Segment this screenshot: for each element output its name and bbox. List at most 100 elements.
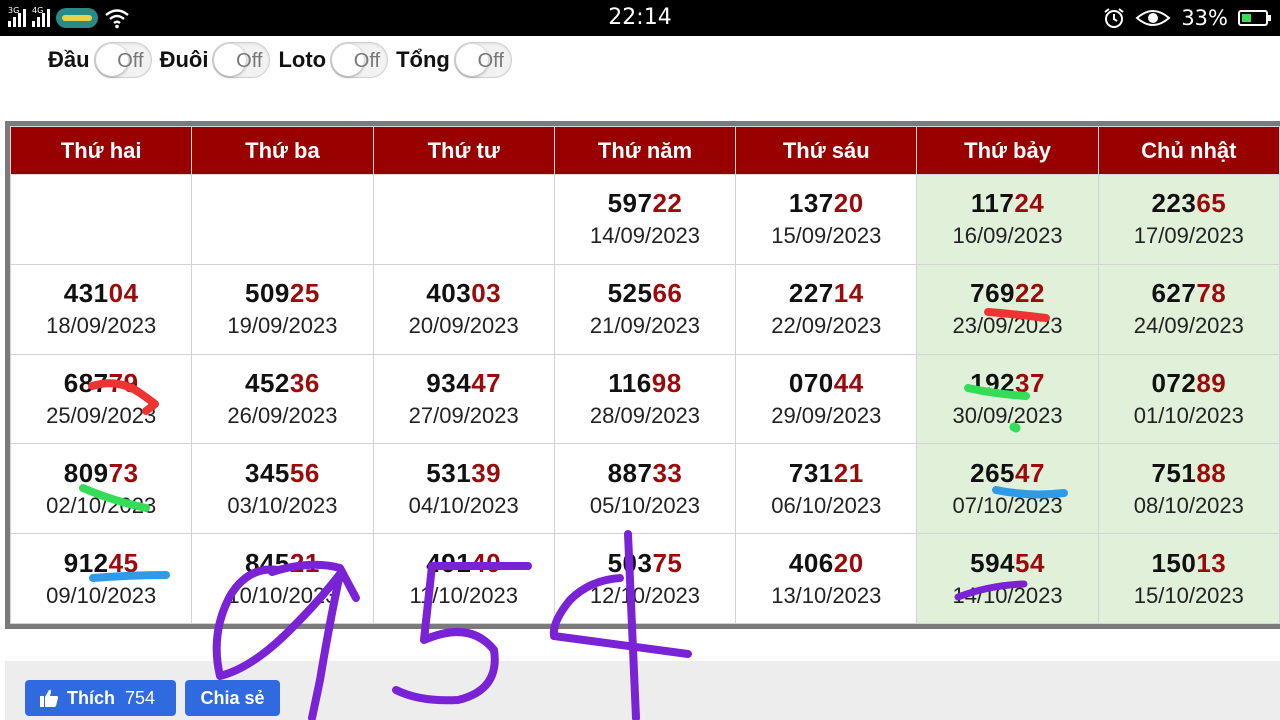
- result-head-digits: 137: [788, 188, 834, 219]
- result-head-digits: 070: [788, 367, 834, 398]
- empty-cell: [191, 174, 374, 265]
- result-tail-digits: 45: [108, 547, 139, 578]
- result-tail-digits: 20: [833, 547, 864, 578]
- table-row: 91245 09/10/2023 84521 10/10/2023 49140 11/10…: [9, 533, 1280, 624]
- result-date: 15/09/2023: [771, 223, 882, 249]
- toggle-duoi[interactable]: Off: [212, 42, 271, 78]
- result-cell: 73121 06/10/2023: [735, 443, 918, 535]
- result-number: 50925: [192, 277, 372, 309]
- result-head-digits: 809: [63, 457, 109, 488]
- result-cell: 43104 18/09/2023: [9, 263, 193, 355]
- result-tail-digits: 21: [833, 457, 864, 488]
- filter-toggles: Đầu Off Đuôi Off Loto Off Tổng Off: [48, 40, 520, 80]
- toggle-dau[interactable]: Off: [93, 42, 152, 78]
- like-count: 754: [125, 687, 156, 708]
- clock: 22:14: [608, 5, 672, 30]
- result-head-digits: 509: [245, 278, 290, 309]
- result-head-digits: 227: [788, 278, 834, 309]
- result-date: 11/10/2023: [409, 582, 518, 608]
- result-number: 93447: [374, 367, 554, 399]
- facebook-share-button[interactable]: Chia sẻ: [185, 680, 280, 716]
- result-number: 13720: [736, 187, 916, 219]
- toggle-loto[interactable]: Off: [330, 42, 389, 78]
- result-tail-digits: 36: [289, 367, 320, 398]
- result-cell: 59454 14/10/2023: [916, 533, 1099, 624]
- result-number: 76922: [917, 277, 1097, 309]
- toggle-label-loto: Loto: [278, 47, 327, 72]
- result-tail-digits: 47: [471, 367, 502, 398]
- result-tail-digits: 40: [471, 547, 502, 578]
- result-cell: 93447 27/09/2023: [372, 353, 555, 445]
- result-tail-digits: 79: [108, 367, 139, 398]
- result-tail-digits: 98: [651, 367, 682, 398]
- result-date: 14/09/2023: [589, 223, 701, 249]
- result-cell: 22365 17/09/2023: [1097, 174, 1280, 265]
- result-tail-digits: 54: [1015, 547, 1045, 578]
- result-number: 11698: [555, 367, 735, 399]
- result-cell: 26547 07/10/2023: [916, 443, 1099, 535]
- social-bar: Thích 754 Chia sẻ: [5, 661, 1280, 720]
- result-number: 40620: [736, 547, 916, 579]
- toggle-label-dau: Đầu: [48, 47, 90, 72]
- result-cell: 34556 03/10/2023: [191, 443, 374, 535]
- result-cell: 75188 08/10/2023: [1097, 443, 1280, 535]
- battery-charging-icon: [1238, 10, 1271, 26]
- result-date: 26/09/2023: [227, 402, 338, 428]
- result-date: 16/09/2023: [952, 223, 1063, 249]
- table-row: 43104 18/09/2023 50925 19/09/2023 40303 20/09…: [9, 263, 1280, 355]
- result-number: 26547: [917, 457, 1097, 489]
- day-header: Thứ năm: [553, 126, 737, 175]
- result-cell: 15013 15/10/2023: [1097, 533, 1280, 624]
- result-tail-digits: 20: [833, 188, 864, 219]
- result-tail-digits: 39: [471, 457, 502, 488]
- alarm-icon: [1104, 8, 1124, 28]
- toggle-state: Off: [477, 50, 504, 72]
- result-head-digits: 531: [426, 457, 472, 488]
- result-tail-digits: 04: [108, 278, 139, 309]
- result-head-digits: 403: [426, 278, 472, 309]
- result-number: 91245: [11, 547, 191, 579]
- facebook-like-button[interactable]: Thích 754: [25, 680, 176, 716]
- toggle-tong[interactable]: Off: [453, 42, 512, 78]
- result-tail-digits: 37: [1015, 367, 1045, 398]
- result-head-digits: 934: [426, 367, 472, 398]
- result-head-digits: 116: [608, 367, 652, 398]
- result-tail-digits: 75: [652, 547, 683, 578]
- result-date: 22/09/2023: [771, 313, 882, 339]
- day-header: Thứ bảy: [916, 126, 1099, 175]
- status-bar: 3G 4G 22:14 33%: [0, 0, 1280, 36]
- result-head-digits: 192: [970, 367, 1016, 398]
- result-head-digits: 406: [788, 547, 834, 578]
- result-number: 68779: [11, 367, 191, 399]
- result-tail-digits: 44: [833, 367, 864, 398]
- result-tail-digits: 78: [1196, 278, 1227, 309]
- battery-percent: 33%: [1181, 6, 1228, 30]
- result-cell: 76922 23/09/2023: [916, 263, 1099, 355]
- result-cell: 50925 19/09/2023: [191, 263, 374, 355]
- day-header: Chủ nhật: [1097, 126, 1280, 175]
- result-tail-digits: 24: [1014, 188, 1045, 219]
- toggle-state: Off: [236, 50, 263, 72]
- result-date: 10/10/2023: [227, 582, 338, 608]
- result-cell: 49140 11/10/2023: [372, 533, 555, 624]
- result-cell: 50375 12/10/2023: [553, 533, 737, 624]
- result-tail-digits: 22: [1015, 278, 1045, 309]
- result-number: 88733: [555, 457, 735, 489]
- result-number: 07289: [1099, 367, 1279, 399]
- result-tail-digits: 65: [1196, 188, 1227, 219]
- result-number: 53139: [374, 457, 554, 489]
- result-date: 24/09/2023: [1133, 313, 1244, 339]
- result-head-digits: 597: [607, 188, 653, 219]
- result-number: 62778: [1099, 277, 1279, 309]
- result-date: 30/09/2023: [952, 402, 1063, 428]
- result-date: 05/10/2023: [589, 492, 701, 518]
- result-date: 29/09/2023: [771, 402, 882, 428]
- result-date: 27/09/2023: [408, 402, 519, 428]
- result-cell: 45236 26/09/2023: [191, 353, 374, 445]
- result-head-digits: 845: [245, 547, 290, 578]
- result-cell: 91245 09/10/2023: [9, 533, 193, 624]
- result-date: 13/10/2023: [771, 582, 882, 608]
- result-head-digits: 223: [1151, 188, 1197, 219]
- result-cell: 84521 10/10/2023: [191, 533, 374, 624]
- result-number: 43104: [11, 277, 191, 309]
